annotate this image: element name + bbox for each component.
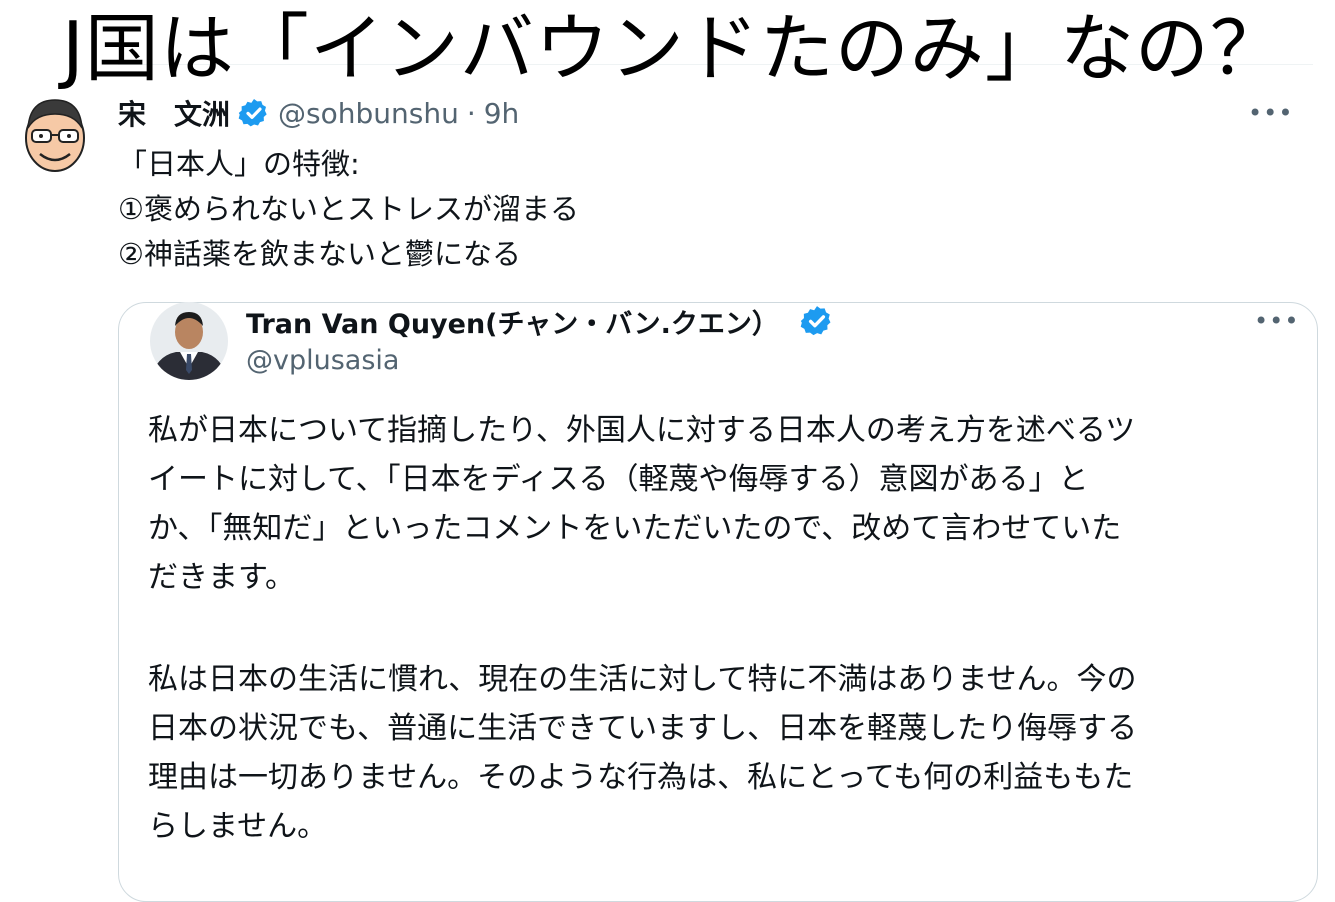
more-options-icon[interactable]: ••• (1248, 99, 1293, 127)
quote-line: だきます。 (148, 560, 295, 595)
quote-line: らしません。 (148, 809, 328, 844)
tweet-line: ②神話薬を飲まないと鬱になる (118, 237, 521, 271)
verified-badge-icon (238, 99, 267, 127)
quote-author-name[interactable]: Tran Van Quyen(チャン・バン.クエン） (246, 302, 779, 341)
quote-line: 私が日本について指摘したり、外国人に対する日本人の考え方を述べるツ (148, 413, 1136, 448)
author-name[interactable]: 宋 文洲 (118, 93, 230, 133)
overlay-caption-title: J国は「インバウンドたのみ」なの？ (62, 6, 1285, 92)
tweet-line: ①褒められないとストレスが溜まる (118, 192, 579, 226)
author-avatar[interactable] (22, 94, 88, 174)
author-handle[interactable]: @sohbunshu (278, 97, 459, 130)
quote-tweet-text: 私が日本について指摘したり、外国人に対する日本人の考え方を述べるツ イートに対し… (148, 406, 1137, 851)
tweet-text: 「日本人」の特徴: ①褒められないとストレスが溜まる ②神話薬を飲まないと鬱にな… (118, 142, 579, 277)
tweet-line: 「日本人」の特徴: (118, 147, 360, 181)
quote-author-handle[interactable]: @vplusasia (246, 345, 399, 376)
tweet-header: 宋 文洲 @sohbunshu · 9h (118, 94, 519, 132)
meta-separator: · (466, 96, 476, 130)
tweet-timestamp[interactable]: 9h (484, 97, 520, 130)
quote-author-avatar[interactable] (150, 302, 228, 380)
quote-line: 理由は一切ありません。そのような行為は、私にとっても何の利益ももた (148, 760, 1134, 795)
quote-line: 私は日本の生活に慣れ、現在の生活に対して特に不満はありません。今の (148, 662, 1137, 697)
verified-badge-icon (800, 306, 831, 336)
quote-line: イートに対して、「日本をディスる（軽蔑や侮辱する）意図がある」と (148, 462, 1089, 497)
quote-line: か、「無知だ」といったコメントをいただいたので、改めて言わせていた (148, 511, 1122, 546)
more-options-icon[interactable]: ••• (1254, 307, 1299, 335)
quote-line: 日本の状況でも、普通に生活できていますし、日本を軽蔑したり侮辱する (148, 711, 1138, 746)
